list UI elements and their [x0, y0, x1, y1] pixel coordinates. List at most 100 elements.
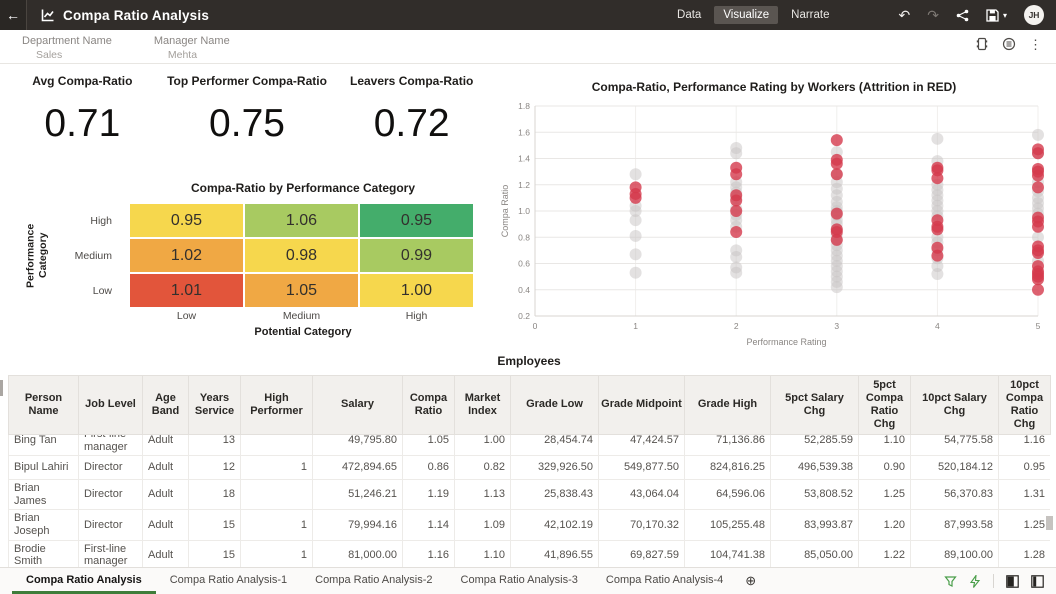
heatmap-cell[interactable]: 0.95: [130, 204, 243, 237]
scatter-point-retained[interactable]: [629, 168, 642, 181]
scatter-point-retained[interactable]: [830, 281, 843, 294]
scatter-point-attrition[interactable]: [1032, 273, 1044, 286]
undo-icon[interactable]: ↶: [899, 7, 911, 24]
table-cell: 81,000.00: [312, 539, 403, 567]
scatter-point-retained[interactable]: [629, 229, 642, 242]
kpi-value: 0.72: [373, 102, 450, 145]
canvas-tabs: Compa Ratio Analysis Compa Ratio Analysis…: [0, 568, 737, 594]
scatter-point-attrition[interactable]: [1032, 181, 1044, 194]
heatmap-cell[interactable]: 0.99: [360, 239, 473, 272]
scatter-point-retained[interactable]: [730, 147, 743, 160]
table-row[interactable]: Bing TanFirst-line managerAdult13 49,795.…: [8, 434, 1050, 457]
layout-panel-narrow-icon[interactable]: [1031, 574, 1044, 588]
scatter-point-retained[interactable]: [931, 132, 944, 145]
table-column-header[interactable]: Compa Ratio: [402, 375, 455, 435]
heatmap-cell[interactable]: 1.02: [130, 239, 243, 272]
table-column-header[interactable]: Years Service: [188, 375, 241, 435]
scatter-point-attrition[interactable]: [830, 134, 843, 147]
left-scrollbar-thumb[interactable]: [0, 380, 3, 396]
canvas-tab-compa-ratio-analysis-3[interactable]: Compa Ratio Analysis-3: [447, 568, 592, 594]
table-row[interactable]: Brian James Director Adult 18 51,246.21 1.19 1…: [8, 479, 1050, 511]
scatter-point-retained[interactable]: [730, 250, 743, 263]
add-canvas-icon[interactable]: ⊕: [737, 568, 764, 594]
limit-values-icon[interactable]: [1002, 37, 1016, 51]
heatmap-cell[interactable]: 0.95: [360, 204, 473, 237]
save-button[interactable]: ▾: [986, 8, 1007, 22]
filter-chip-department-name[interactable]: Department Name Sales: [22, 35, 112, 61]
scatter-point-attrition[interactable]: [730, 205, 743, 217]
scatter-visualization: Compa-Ratio, Performance Rating by Worke…: [498, 80, 1050, 352]
table-column-header[interactable]: 5pct Salary Chg: [770, 375, 859, 435]
table-cell: 0.82: [454, 455, 511, 481]
user-avatar[interactable]: JH: [1024, 5, 1044, 25]
table-column-header[interactable]: Grade Midpoint: [598, 375, 685, 435]
table-column-header[interactable]: Grade Low: [510, 375, 599, 435]
table-column-header[interactable]: 10pct Salary Chg: [910, 375, 999, 435]
table-column-header[interactable]: Market Index: [454, 375, 511, 435]
scatter-point-attrition[interactable]: [1032, 169, 1044, 182]
table-row[interactable]: Bipul Lahiri Director Adult 12 1 472,894.65 0.…: [8, 455, 1050, 481]
scatter-point-attrition[interactable]: [730, 226, 743, 238]
table-column-header[interactable]: Job Level: [78, 375, 143, 435]
scatter-point-attrition[interactable]: [1032, 247, 1044, 259]
heatmap-cell[interactable]: 1.06: [245, 204, 358, 237]
scatter-point-retained[interactable]: [629, 248, 642, 261]
scatter-point-attrition[interactable]: [830, 157, 843, 170]
scatter-point-attrition[interactable]: [730, 168, 743, 181]
scatter-x-tick: 5: [1036, 321, 1041, 331]
table-row[interactable]: Brodie Smith First-line manager Adult 15 1 81…: [8, 539, 1050, 567]
heatmap-cell[interactable]: 0.98: [245, 239, 358, 272]
scatter-point-attrition[interactable]: [1032, 147, 1044, 160]
table-scrollbar-thumb[interactable]: [1046, 516, 1053, 530]
table-cell: 49,795.80: [312, 434, 403, 457]
scatter-point-attrition[interactable]: [1032, 283, 1044, 296]
header-tab-narrate[interactable]: Narrate: [782, 6, 838, 24]
heatmap-cell[interactable]: 1.01: [130, 274, 243, 307]
canvas-tab-compa-ratio-analysis-1[interactable]: Compa Ratio Analysis-1: [156, 568, 301, 594]
scatter-point-attrition[interactable]: [931, 249, 944, 262]
heatmap-cell[interactable]: 1.05: [245, 274, 358, 307]
heatmap-cell[interactable]: 1.00: [360, 274, 473, 307]
share-icon[interactable]: [956, 9, 969, 22]
header-tab-data[interactable]: Data: [668, 6, 710, 24]
filter-bar-menu-icon[interactable]: ⋮: [1029, 38, 1042, 51]
layout-panel-left-icon[interactable]: [1006, 574, 1019, 588]
filter-chip-manager-name[interactable]: Manager Name Mehta: [154, 35, 230, 61]
table-column-header[interactable]: 5pct Compa Ratio Chg: [858, 375, 911, 435]
scatter-point-attrition[interactable]: [1032, 220, 1044, 233]
scatter-point-attrition[interactable]: [830, 233, 843, 246]
canvas-tab-compa-ratio-analysis-4[interactable]: Compa Ratio Analysis-4: [592, 568, 737, 594]
table-cell: 329,926.50: [510, 455, 599, 481]
scatter-point-attrition[interactable]: [629, 191, 642, 204]
scatter-point-retained[interactable]: [1032, 128, 1044, 141]
table-column-header[interactable]: Person Name: [8, 375, 79, 435]
table-title: Employees: [497, 354, 561, 368]
scatter-point-retained[interactable]: [629, 214, 642, 227]
scatter-point-attrition[interactable]: [730, 194, 743, 207]
table-column-header[interactable]: High Performer: [240, 375, 313, 435]
scatter-point-retained[interactable]: [730, 266, 743, 279]
header-tab-visualize[interactable]: Visualize: [714, 6, 779, 24]
scatter-y-tick: 1.6: [518, 127, 530, 137]
canvas-tab-compa-ratio-analysis[interactable]: Compa Ratio Analysis: [12, 568, 156, 594]
scatter-title: Compa-Ratio, Performance Rating by Worke…: [591, 80, 957, 94]
scatter-point-attrition[interactable]: [830, 207, 843, 220]
table-column-header[interactable]: Salary: [312, 375, 403, 435]
table-column-header[interactable]: Age Band: [142, 375, 189, 435]
scatter-point-attrition[interactable]: [931, 172, 944, 185]
scatter-point-attrition[interactable]: [931, 223, 944, 236]
scatter-point-retained[interactable]: [629, 266, 642, 279]
redo-icon[interactable]: ↷: [927, 7, 939, 24]
auto-insights-icon[interactable]: [969, 574, 981, 588]
back-button[interactable]: ←: [0, 0, 27, 30]
canvas-tab-compa-ratio-analysis-2[interactable]: Compa Ratio Analysis-2: [301, 568, 446, 594]
scatter-point-retained[interactable]: [931, 268, 944, 280]
scatter-point-attrition[interactable]: [830, 168, 843, 181]
table-column-header[interactable]: Grade High: [684, 375, 771, 435]
canvas-filter-icon[interactable]: [944, 575, 957, 588]
table-row[interactable]: Brian Joseph Director Adult 15 1 79,994.16 1.1…: [8, 509, 1050, 541]
filter-bar-options-icon[interactable]: [975, 37, 989, 51]
scatter-y-tick: 1.8: [518, 101, 530, 111]
table-cell: 52,285.59: [770, 434, 859, 457]
table-column-header[interactable]: 10pct Compa Ratio Chg: [998, 375, 1051, 435]
